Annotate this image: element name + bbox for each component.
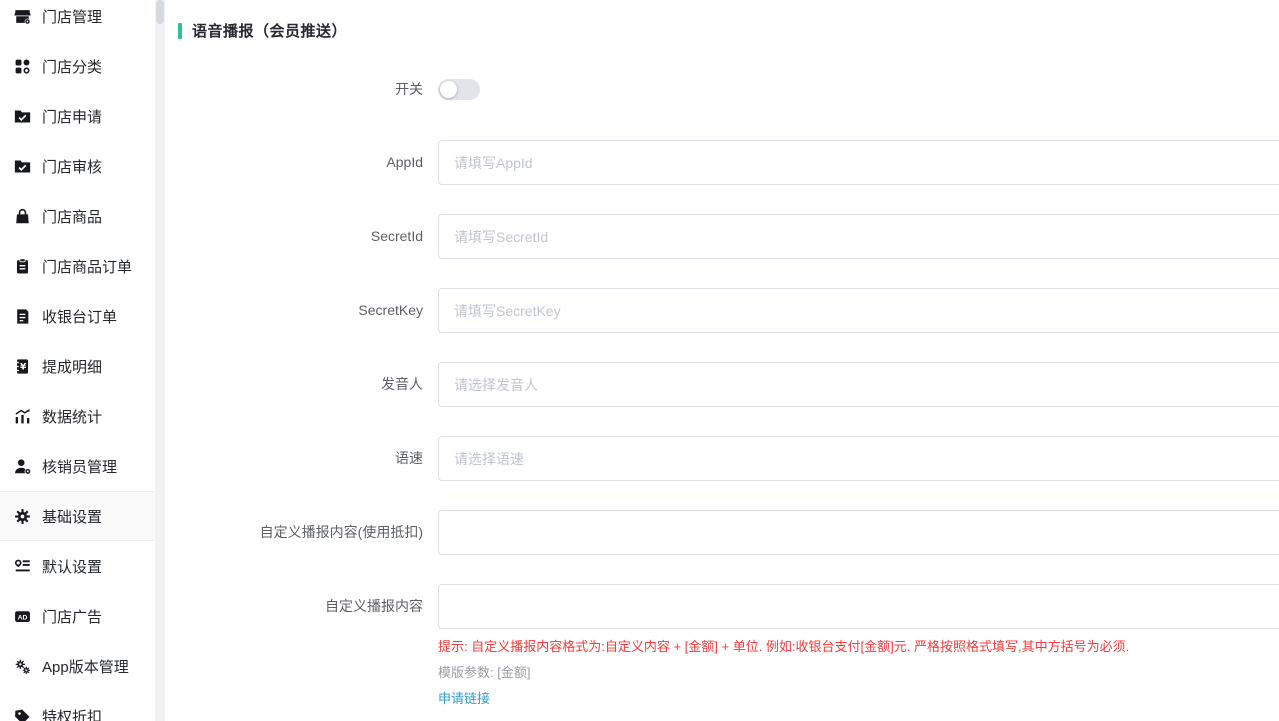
- secretid-input[interactable]: [438, 214, 1279, 259]
- sidebar-item-label: App版本管理: [42, 656, 129, 677]
- custom-broadcast-deduction-label: 自定义播报内容(使用抵扣): [165, 510, 438, 555]
- folder-check-icon: [13, 157, 31, 175]
- folder-check-icon: [13, 107, 31, 125]
- switch-label: 开关: [165, 78, 438, 100]
- sidebar-item-label: 门店审核: [42, 156, 102, 177]
- custom-broadcast-input[interactable]: [438, 584, 1279, 629]
- voice-label: 发音人: [165, 362, 438, 407]
- voice-row: 发音人: [165, 362, 1279, 407]
- sidebar-item-store-product-orders[interactable]: 门店商品订单: [0, 241, 155, 291]
- double-gears-icon: [13, 657, 31, 675]
- sidebar-item-label: 门店申请: [42, 106, 102, 127]
- sidebar-item-store-ads[interactable]: AD 门店广告: [0, 591, 155, 641]
- switch-row: 开关: [165, 78, 480, 100]
- sidebar-item-basic-settings[interactable]: 基础设置: [0, 491, 155, 541]
- secretid-label: SecretId: [165, 214, 438, 259]
- sidebar-item-store-application[interactable]: 门店申请: [0, 91, 155, 141]
- user-gear-icon: [13, 457, 31, 475]
- sidebar-item-label: 门店商品: [42, 206, 102, 227]
- page-title: 语音播报（会员推送）: [192, 20, 347, 41]
- form-settings-icon: [13, 557, 31, 575]
- sidebar-item-commission-details[interactable]: ¥ 提成明细: [0, 341, 155, 391]
- speed-select[interactable]: [438, 436, 1279, 481]
- appid-row: AppId: [165, 140, 1279, 185]
- apply-link[interactable]: 申请链接: [438, 688, 490, 707]
- gear-icon: [13, 507, 31, 525]
- sidebar-item-label: 收银台订单: [42, 306, 117, 327]
- toggle-knob: [440, 81, 457, 98]
- template-param-text: 模版参数: [金额]: [438, 662, 530, 681]
- voice-select[interactable]: [438, 362, 1279, 407]
- shopping-bag-icon: [13, 207, 31, 225]
- section-header: 语音播报（会员推送）: [178, 20, 347, 41]
- custom-broadcast-deduction-row: 自定义播报内容(使用抵扣): [165, 510, 1279, 555]
- sidebar-item-label: 门店商品订单: [42, 256, 132, 277]
- sidebar-item-label: 门店分类: [42, 56, 102, 77]
- sidebar-scrollbar-thumb[interactable]: [156, 0, 164, 24]
- ledger-yen-icon: ¥: [13, 357, 31, 375]
- sidebar-item-label: 门店广告: [42, 606, 102, 627]
- sidebar-item-label: 门店管理: [42, 6, 102, 27]
- sidebar-item-privilege-discount[interactable]: 特权折扣: [0, 691, 155, 721]
- sidebar-item-store-category[interactable]: 门店分类: [0, 41, 155, 91]
- main-content: 语音播报（会员推送） 开关 AppId SecretId SecretKey 发…: [165, 0, 1279, 721]
- sidebar: 门店管理 门店分类 门店申请 门店审核 门店商品: [0, 0, 155, 721]
- speed-row: 语速: [165, 436, 1279, 481]
- receipt-icon: [13, 307, 31, 325]
- secretkey-label: SecretKey: [165, 288, 438, 333]
- accent-bar: [178, 23, 182, 39]
- store-icon: [13, 7, 31, 25]
- sidebar-item-app-version[interactable]: App版本管理: [0, 641, 155, 691]
- sidebar-menu: 门店管理 门店分类 门店申请 门店审核 门店商品: [0, 0, 155, 721]
- category-grid-icon: [13, 57, 31, 75]
- sidebar-item-store-review[interactable]: 门店审核: [0, 141, 155, 191]
- sidebar-item-verifier-management[interactable]: 核销员管理: [0, 441, 155, 491]
- custom-broadcast-label: 自定义播报内容: [165, 584, 438, 629]
- sidebar-item-label: 核销员管理: [42, 456, 117, 477]
- sidebar-item-cashier-orders[interactable]: 收银台订单: [0, 291, 155, 341]
- svg-text:¥: ¥: [19, 362, 26, 372]
- secretkey-input[interactable]: [438, 288, 1279, 333]
- appid-label: AppId: [165, 140, 438, 185]
- sidebar-item-store-management[interactable]: 门店管理: [0, 0, 155, 41]
- ad-icon: AD: [13, 607, 31, 625]
- custom-broadcast-row: 自定义播报内容: [165, 584, 1279, 629]
- broadcast-switch-toggle[interactable]: [438, 79, 480, 100]
- svg-text:AD: AD: [17, 614, 27, 621]
- sidebar-scrollbar-track[interactable]: [155, 0, 165, 721]
- sidebar-item-label: 数据统计: [42, 406, 102, 427]
- sidebar-item-label: 提成明细: [42, 356, 102, 377]
- sidebar-item-store-products[interactable]: 门店商品: [0, 191, 155, 241]
- secretid-row: SecretId: [165, 214, 1279, 259]
- sidebar-item-default-settings[interactable]: 默认设置: [0, 541, 155, 591]
- sidebar-item-label: 基础设置: [42, 506, 102, 527]
- speed-label: 语速: [165, 436, 438, 481]
- discount-tag-icon: [13, 707, 31, 721]
- secretkey-row: SecretKey: [165, 288, 1279, 333]
- appid-input[interactable]: [438, 140, 1279, 185]
- sidebar-item-label: 特权折扣: [42, 706, 102, 721]
- sidebar-item-data-statistics[interactable]: 数据统计: [0, 391, 155, 441]
- clipboard-icon: [13, 257, 31, 275]
- sidebar-item-label: 默认设置: [42, 556, 102, 577]
- custom-broadcast-deduction-input[interactable]: [438, 510, 1279, 555]
- bar-chart-icon: [13, 407, 31, 425]
- format-hint-text: 提示: 自定义播报内容格式为:自定义内容 + [金额] + 单位. 例如:收银台…: [438, 636, 1129, 655]
